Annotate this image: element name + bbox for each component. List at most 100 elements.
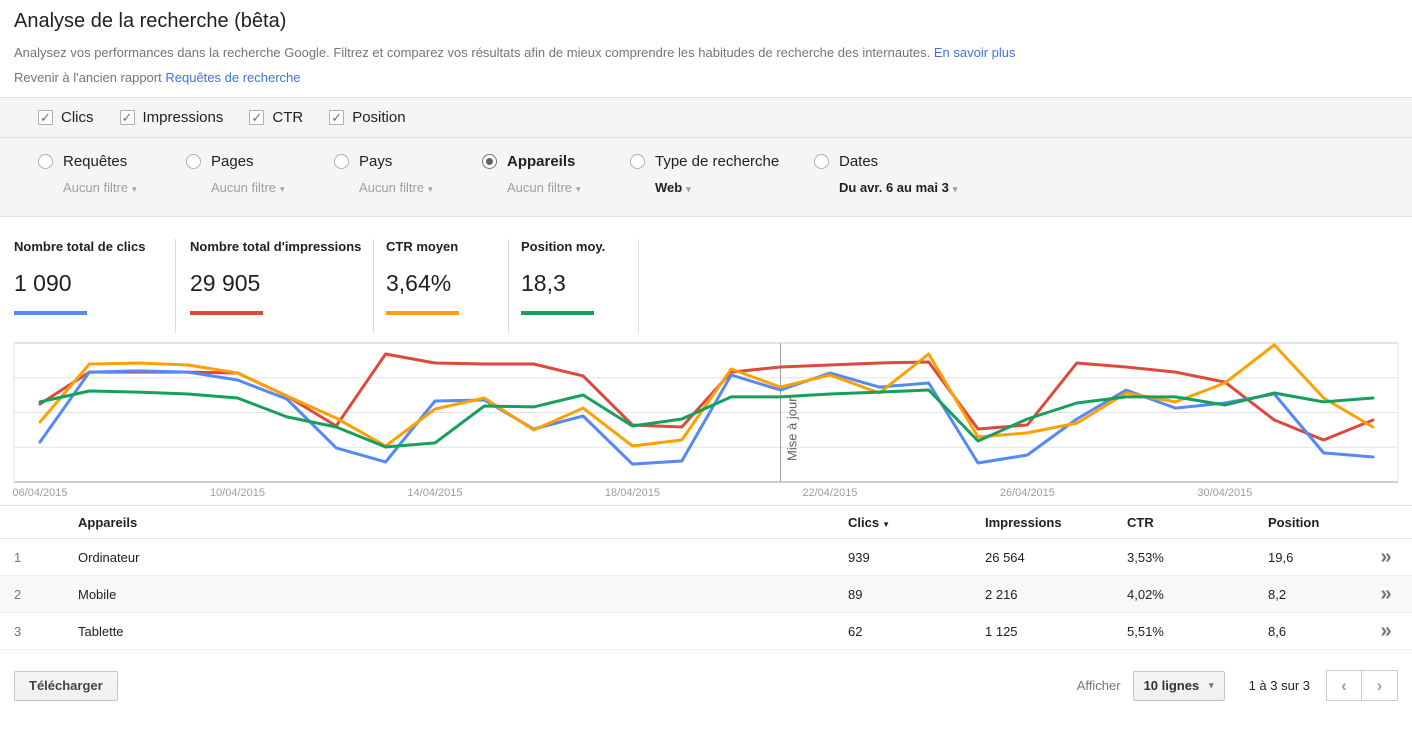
download-button[interactable]: Télécharger [14,671,118,701]
col-header-impressions[interactable]: Impressions [985,515,1127,530]
row-position: 19,6 [1268,550,1360,565]
metric-toggle-ctr[interactable]: ✓ CTR [249,109,303,126]
x-axis-tick-label: 14/04/2015 [407,487,462,499]
x-axis-tick-label: 10/04/2015 [210,487,265,499]
metric-card-clics: Nombre total de clics 1 090 [0,239,176,333]
learn-more-link[interactable]: En savoir plus [934,45,1016,60]
metric-value: 18,3 [521,270,638,297]
show-label: Afficher [1077,678,1121,693]
metric-summary-row: Nombre total de clics 1 090 Nombre total… [0,217,1412,333]
chevron-down-icon: ▾ [576,184,581,194]
row-clics: 89 [848,587,985,602]
next-page-button[interactable]: › [1362,670,1398,701]
dimension-group-dates: Dates Du avr. 6 au mai 3▾ [814,153,962,216]
table-footer-bar: Télécharger Afficher 10 lignes ▾ 1 à 3 s… [0,650,1412,721]
chart-section: Mise à jour 06/04/2015 10/04/2015 14/04/201… [0,333,1412,505]
prev-page-button[interactable]: ‹ [1326,670,1362,701]
device-name: Mobile [64,587,848,602]
dimension-radio-pays[interactable]: Pays [334,153,482,170]
row-position: 8,6 [1268,624,1360,639]
metric-toggle-label: Clics [61,109,94,126]
rows-per-page-select[interactable]: 10 lignes ▾ [1133,671,1225,701]
controls-panel: ✓ Clics ✓ Impressions ✓ CTR ✓ Position R… [0,97,1412,217]
metric-card-position: Position moy. 18,3 [509,239,639,333]
update-annotation-label: Mise à jour [785,397,800,461]
dimension-group-pages: Pages Aucun filtre▾ [186,153,334,216]
row-position: 8,2 [1268,587,1360,602]
metric-toggle-label: CTR [272,109,303,126]
header: Analyse de la recherche (bêta) Analysez … [0,0,1412,85]
dimension-radio-requetes[interactable]: Requêtes [38,153,186,170]
row-ctr: 4,02% [1127,587,1268,602]
chevron-down-icon: ▾ [953,184,958,194]
checkbox-checked-icon: ✓ [38,110,53,125]
dimension-radio-appareils[interactable]: Appareils [482,153,630,170]
checkbox-checked-icon: ✓ [120,110,135,125]
col-header-clics-sort[interactable]: Clics▼ [848,515,985,530]
metric-value: 3,64% [386,270,508,297]
dimension-group-type-de-recherche: Type de recherche Web▾ [630,153,814,216]
metric-toggle-clics[interactable]: ✓ Clics [38,109,94,126]
series-line-clics [40,371,1373,464]
metric-card-impressions: Nombre total d'impressions 29 905 [176,239,374,333]
row-index: 2 [0,587,64,602]
metric-color-bar [190,311,263,315]
checkbox-checked-icon: ✓ [249,110,264,125]
dimension-filter-type-de-recherche[interactable]: Web▾ [655,180,814,195]
dimension-radio-type-de-recherche[interactable]: Type de recherche [630,153,814,170]
dimension-radio-pages[interactable]: Pages [186,153,334,170]
metric-toggle-label: Position [352,109,405,126]
chevron-down-icon: ▾ [132,184,137,194]
x-axis-tick-label: 18/04/2015 [605,487,660,499]
col-header-position[interactable]: Position [1268,515,1360,530]
metric-color-bar [386,311,459,315]
chevron-down-icon: ▾ [686,184,691,194]
row-index: 1 [0,550,64,565]
chevron-down-icon: ▾ [1209,680,1214,691]
dimension-filter-pages[interactable]: Aucun filtre▾ [211,180,334,195]
col-header-ctr[interactable]: CTR [1127,515,1268,530]
metric-color-bar [521,311,594,315]
row-clics: 62 [848,624,985,639]
row-expand-icon[interactable]: » [1360,620,1412,643]
dimension-filter-dates[interactable]: Du avr. 6 au mai 3▾ [839,180,962,195]
row-expand-icon[interactable]: » [1360,546,1412,569]
radio-icon [814,154,829,169]
search-analytics-page: Analyse de la recherche (bêta) Analysez … [0,0,1412,721]
metric-toggle-impressions[interactable]: ✓ Impressions [120,109,224,126]
back-to-old-report-text: Revenir à l'ancien rapport [14,70,162,85]
metric-card-ctr: CTR moyen 3,64% [374,239,509,333]
table-row-mobile[interactable]: 2 Mobile 89 2 216 4,02% 8,2 » [0,576,1412,613]
row-ctr: 5,51% [1127,624,1268,639]
metric-toggle-row: ✓ Clics ✓ Impressions ✓ CTR ✓ Position [0,98,1412,138]
dimension-filter-requetes[interactable]: Aucun filtre▾ [63,180,186,195]
device-name: Tablette [64,624,848,639]
page-description: Analysez vos performances dans la recher… [14,45,930,60]
chevron-down-icon: ▾ [280,184,285,194]
row-index: 3 [0,624,64,639]
row-range-label: 1 à 3 sur 3 [1249,678,1310,693]
row-expand-icon[interactable]: » [1360,583,1412,606]
table-row-ordinateur[interactable]: 1 Ordinateur 939 26 564 3,53% 19,6 » [0,539,1412,576]
dimension-group-appareils: Appareils Aucun filtre▾ [482,153,630,216]
row-clics: 939 [848,550,985,565]
metric-value: 1 090 [14,270,175,297]
x-axis-tick-label: 06/04/2015 [12,487,67,499]
dimension-row: Requêtes Aucun filtre▾ Pages Aucun filtr… [0,138,1412,216]
pagination-cluster: Afficher 10 lignes ▾ 1 à 3 sur 3 ‹ › [1077,670,1398,701]
radio-icon [186,154,201,169]
devices-table: Appareils Clics▼ Impressions CTR Positio… [0,505,1412,650]
dimension-filter-appareils[interactable]: Aucun filtre▾ [507,180,630,195]
sort-desc-icon: ▼ [882,520,890,529]
dimension-group-pays: Pays Aucun filtre▾ [334,153,482,216]
table-row-tablette[interactable]: 3 Tablette 62 1 125 5,51% 8,6 » [0,613,1412,650]
dimension-filter-pays[interactable]: Aucun filtre▾ [359,180,482,195]
x-axis-tick-label: 30/04/2015 [1197,487,1252,499]
performance-line-chart[interactable]: Mise à jour 06/04/2015 10/04/2015 14/04/201… [0,333,1412,505]
metric-toggle-position[interactable]: ✓ Position [329,109,405,126]
old-report-link[interactable]: Requêtes de recherche [165,70,300,85]
metric-color-bar [14,311,87,315]
device-name: Ordinateur [64,550,848,565]
row-impressions: 26 564 [985,550,1127,565]
dimension-radio-dates[interactable]: Dates [814,153,962,170]
